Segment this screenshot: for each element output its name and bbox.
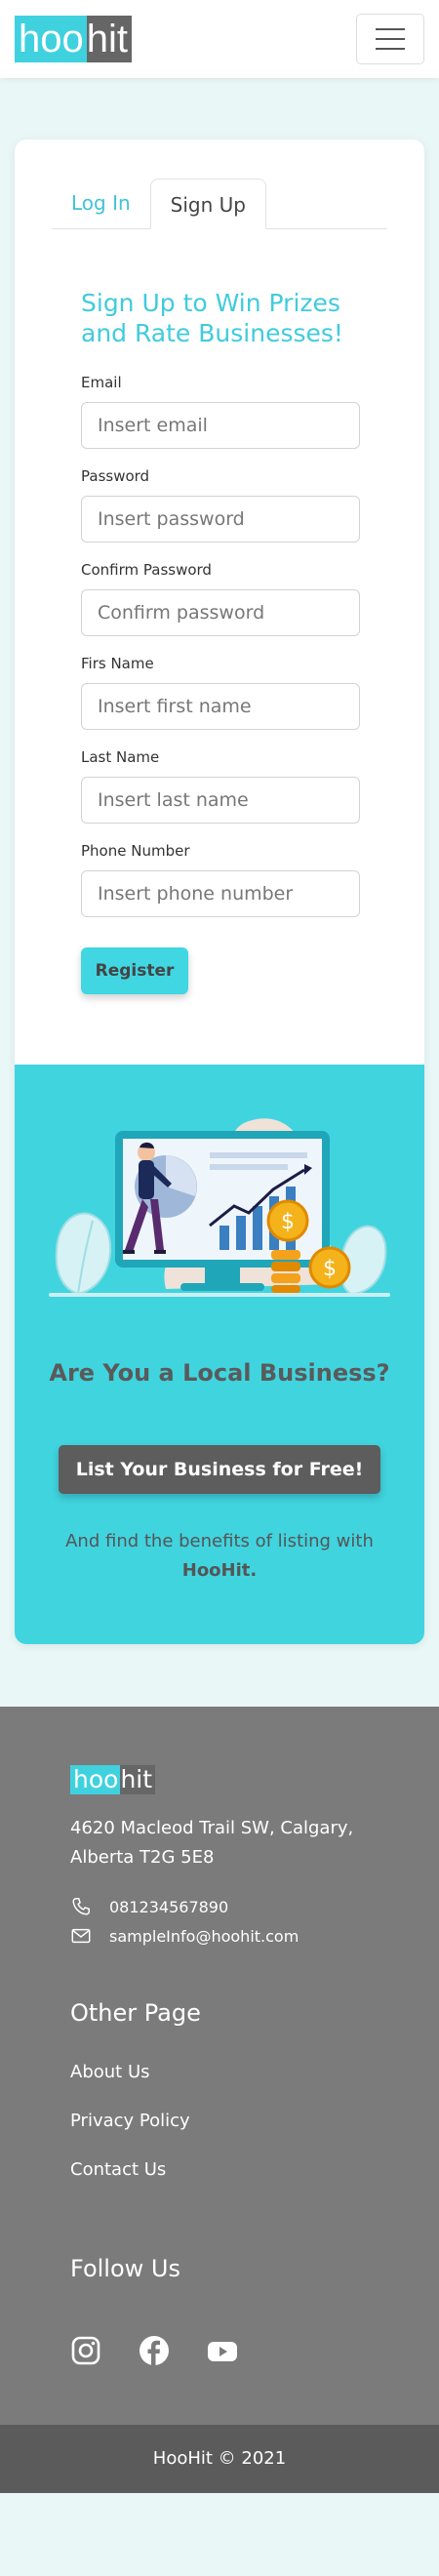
logo-part-hit: hit: [86, 16, 132, 62]
email-group: Email: [81, 374, 360, 449]
auth-tabs: Log In Sign Up: [52, 179, 387, 229]
logo-part-hoo: hoo: [15, 16, 87, 62]
email-field[interactable]: [81, 402, 360, 449]
signup-heading: Sign Up to Win Prizes and Rate Businesse…: [81, 289, 343, 347]
confirm-password-group: Confirm Password: [81, 561, 360, 636]
auth-section: Log In Sign Up Sign Up to Win Prizes and…: [15, 140, 424, 1065]
business-growth-illustration: $ $: [49, 1118, 390, 1297]
footer-logo[interactable]: hoo hit: [70, 1765, 369, 1794]
footer: hoo hit 4620 Macleod Trail SW, Calgary, A…: [0, 1707, 439, 2493]
envelope-icon: [71, 1928, 91, 1944]
tab-login[interactable]: Log In: [52, 178, 150, 228]
hamburger-line: [376, 28, 405, 30]
phone-icon: [72, 1898, 90, 1915]
signup-form: Sign Up to Win Prizes and Rate Businesse…: [15, 229, 424, 994]
link-privacy-policy[interactable]: Privacy Policy: [70, 2097, 369, 2146]
link-about-us[interactable]: About Us: [70, 2048, 369, 2097]
email-address[interactable]: sampleInfo@hoohit.com: [109, 1927, 299, 1946]
confirm-password-field[interactable]: [81, 589, 360, 636]
footer-logo-part-hit: hit: [120, 1765, 156, 1794]
follow-us-title: Follow Us: [70, 2255, 180, 2282]
link-contact-us[interactable]: Contact Us: [70, 2146, 369, 2194]
facebook-icon[interactable]: [139, 2335, 170, 2366]
business-text-line: And find the benefits of listing with: [65, 1531, 374, 1551]
svg-text:$: $: [323, 1257, 337, 1281]
hamburger-line: [376, 38, 405, 40]
other-page-title: Other Page: [70, 1999, 201, 2027]
last-name-field[interactable]: [81, 777, 360, 824]
email-label: Email: [81, 374, 122, 391]
tab-signup[interactable]: Sign Up: [149, 179, 266, 229]
last-name-group: Last Name: [81, 748, 360, 824]
business-heading: Are You a Local Business?: [49, 1359, 390, 1387]
phone-number: 081234567890: [109, 1897, 229, 1916]
phone-label: Phone Number: [81, 842, 190, 860]
social-links: [70, 2335, 369, 2425]
hamburger-icon[interactable]: [356, 14, 424, 64]
brand-logo[interactable]: hoo hit: [15, 16, 132, 62]
business-text: And find the benefits of listing with Ho…: [15, 1527, 424, 1586]
navbar: hoo hit: [0, 0, 439, 78]
footer-email: sampleInfo@hoohit.com: [70, 1921, 369, 1951]
list-business-button[interactable]: List Your Business for Free!: [58, 1445, 381, 1494]
footer-phone: 081234567890: [70, 1892, 369, 1921]
first-name-group: Firs Name: [81, 655, 360, 730]
business-brand: HooHit.: [181, 1560, 258, 1581]
password-label: Password: [81, 467, 150, 485]
instagram-icon[interactable]: [70, 2335, 101, 2366]
youtube-icon[interactable]: [207, 2335, 238, 2366]
footer-logo-part-hoo: hoo: [70, 1765, 121, 1794]
hamburger-line: [376, 48, 405, 50]
signup-card: Log In Sign Up Sign Up to Win Prizes and…: [15, 140, 424, 1644]
copyright: HooHit © 2021: [0, 2425, 439, 2493]
svg-text:$: $: [281, 1210, 295, 1234]
password-field[interactable]: [81, 496, 360, 543]
password-group: Password: [81, 467, 360, 543]
first-name-field[interactable]: [81, 683, 360, 730]
footer-address: 4620 Macleod Trail SW, Calgary, Alberta …: [70, 1818, 354, 1868]
phone-group: Phone Number: [81, 842, 360, 917]
last-name-label: Last Name: [81, 748, 160, 766]
register-button[interactable]: Register: [81, 947, 188, 994]
first-name-label: Firs Name: [81, 655, 154, 672]
footer-content: hoo hit 4620 Macleod Trail SW, Calgary, A…: [0, 1765, 439, 2425]
phone-field[interactable]: [81, 870, 360, 917]
confirm-password-label: Confirm Password: [81, 561, 212, 579]
business-section: $ $ Are You a Local Business? List Your …: [15, 1065, 424, 1644]
